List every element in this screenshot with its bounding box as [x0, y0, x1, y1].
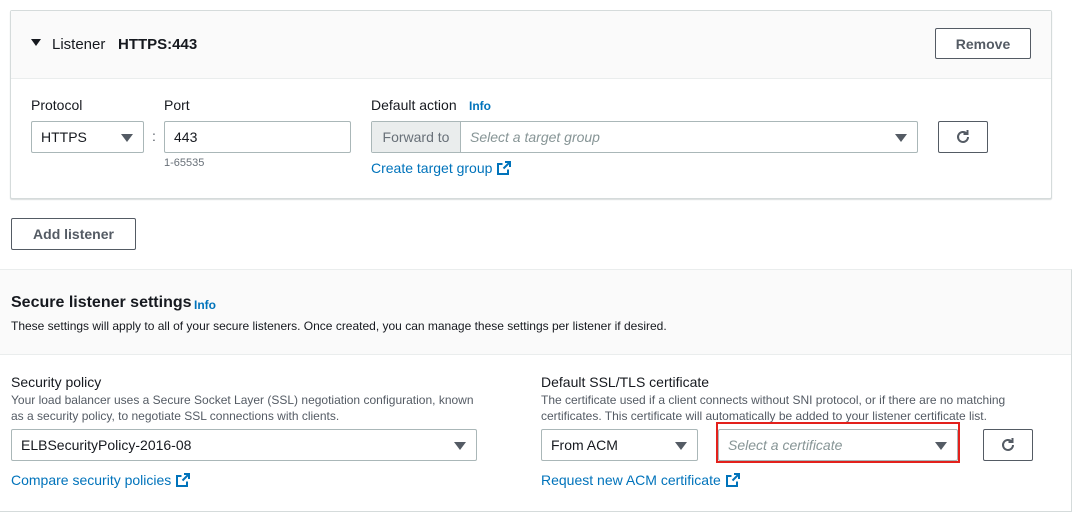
certificate-source-select[interactable]: From ACM [541, 429, 698, 461]
certificate-placeholder: Select a certificate [728, 437, 843, 453]
secure-listener-header: Secure listener settings Info These sett… [0, 270, 1071, 355]
secure-description: These settings will apply to all of your… [11, 319, 667, 333]
secure-info-link[interactable]: Info [194, 298, 216, 312]
security-policy-select[interactable]: ELBSecurityPolicy-2016-08 [11, 429, 477, 461]
request-acm-certificate-label: Request new ACM certificate [541, 472, 721, 488]
certificate-source-value: From ACM [551, 437, 618, 453]
certificate-desc-1: The certificate used if a client connect… [541, 393, 1006, 407]
protocol-select[interactable]: HTTPS [31, 121, 144, 153]
listener-name: HTTPS:443 [118, 36, 198, 53]
remove-button[interactable]: Remove [935, 28, 1031, 59]
add-listener-button[interactable]: Add listener [11, 218, 136, 250]
target-group-select[interactable]: Forward to Select a target group [371, 121, 918, 153]
port-separator: : [152, 128, 156, 144]
secure-title: Secure listener settings [11, 294, 192, 311]
external-link-icon [497, 161, 512, 175]
listener-card: Listener HTTPS:443 Remove Protocol HTTPS… [10, 10, 1052, 199]
protocol-label: Protocol [31, 97, 83, 113]
default-action-info-link[interactable]: Info [469, 99, 491, 113]
port-label: Port [164, 97, 190, 113]
triangle-down-icon [121, 134, 133, 142]
certificate-label: Default SSL/TLS certificate [541, 374, 710, 390]
target-group-placeholder: Select a target group [470, 129, 600, 145]
secure-listener-section: Secure listener settings Info These sett… [0, 269, 1072, 512]
certificate-select[interactable]: Select a certificate [718, 429, 958, 461]
compare-security-policies-link[interactable]: Compare security policies [11, 472, 191, 488]
triangle-down-icon [935, 442, 947, 450]
refresh-certificates-button[interactable] [983, 429, 1033, 461]
request-acm-certificate-link[interactable]: Request new ACM certificate [541, 472, 740, 488]
security-policy-desc-1: Your load balancer uses a Secure Socket … [11, 393, 474, 407]
port-hint: 1-65535 [164, 157, 205, 169]
compare-security-policies-label: Compare security policies [11, 472, 172, 488]
security-policy-desc-2: as a security policy, to negotiate SSL c… [11, 409, 340, 423]
external-link-icon [725, 473, 740, 487]
security-policy-label: Security policy [11, 374, 102, 390]
security-policy-value: ELBSecurityPolicy-2016-08 [21, 437, 192, 453]
create-target-group-label: Create target group [371, 160, 493, 176]
protocol-value: HTTPS [41, 129, 87, 145]
listener-header[interactable]: Listener HTTPS:443 Remove [11, 11, 1051, 79]
certificate-desc-2: certificates. This certificate will auto… [541, 409, 987, 423]
create-target-group-link[interactable]: Create target group [371, 160, 512, 176]
external-link-icon [176, 473, 191, 487]
refresh-target-groups-button[interactable] [938, 121, 988, 153]
default-action-label: Default action [371, 97, 457, 113]
triangle-down-icon [895, 134, 907, 142]
refresh-icon [1002, 438, 1014, 451]
caret-down-icon[interactable] [31, 39, 41, 46]
port-input[interactable] [164, 121, 351, 153]
triangle-down-icon [675, 442, 687, 450]
listener-label: Listener [52, 36, 106, 53]
refresh-icon [957, 130, 969, 143]
triangle-down-icon [454, 442, 466, 450]
forward-to-prefix: Forward to [372, 122, 461, 152]
